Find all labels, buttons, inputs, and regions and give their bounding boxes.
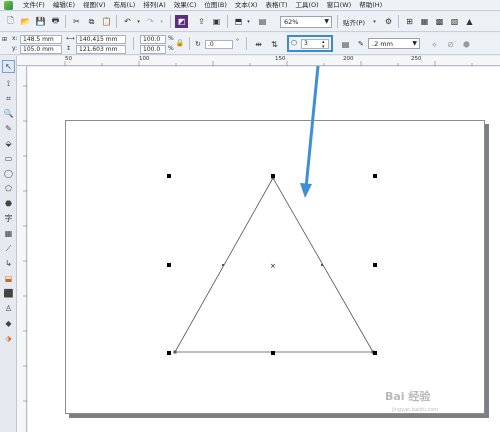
selection-handle[interactable] (373, 263, 377, 267)
triangle-drawing[interactable]: × (0, 0, 500, 432)
selection-handle[interactable] (373, 351, 377, 355)
selection-handle[interactable] (167, 351, 171, 355)
selection-handle[interactable] (167, 174, 171, 178)
selection-handle[interactable] (271, 351, 275, 355)
annotation-arrowhead (300, 183, 312, 198)
selection-handle[interactable] (373, 174, 377, 178)
annotation-arrow (304, 65, 320, 189)
center-mark-icon: × (270, 262, 276, 270)
watermark-url: jingyan.baidu.com (392, 407, 439, 413)
selection-handle[interactable] (167, 263, 171, 267)
watermark-logo: Bai 经验 (385, 390, 431, 403)
selection-handle[interactable] (271, 174, 275, 178)
